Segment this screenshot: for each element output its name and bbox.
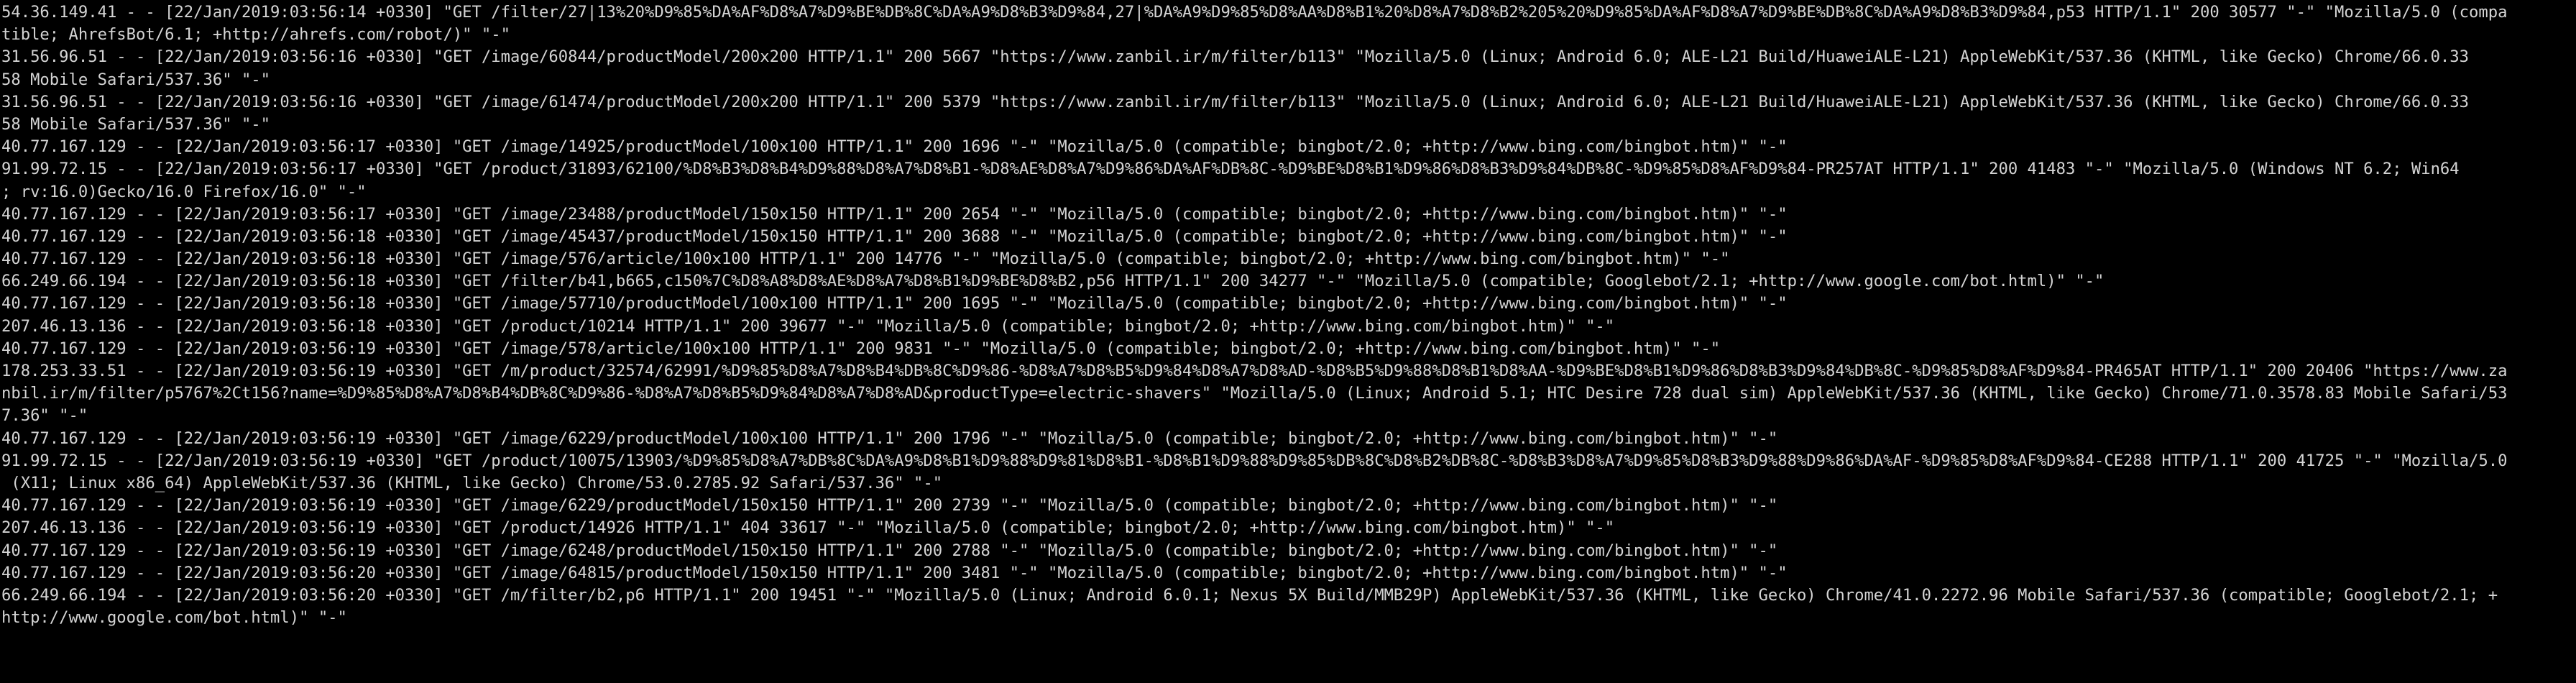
- log-line: 40.77.167.129 - - [22/Jan/2019:03:56:18 …: [1, 226, 1788, 246]
- log-line: 178.253.33.51 - - [22/Jan/2019:03:56:19 …: [1, 362, 2508, 380]
- log-line: 91.99.72.15 - - [22/Jan/2019:03:56:19 +0…: [1, 451, 2508, 470]
- log-line: 91.99.72.15 - - [22/Jan/2019:03:56:17 +0…: [1, 160, 2460, 179]
- log-line: 207.46.13.136 - - [22/Jan/2019:03:56:18 …: [1, 316, 1615, 336]
- log-line: 40.77.167.129 - - [22/Jan/2019:03:56:18 …: [1, 294, 1788, 313]
- log-line: 40.77.167.129 - - [22/Jan/2019:03:56:17 …: [1, 204, 1788, 224]
- log-line: 40.77.167.129 - - [22/Jan/2019:03:56:19 …: [1, 541, 1778, 560]
- log-line: 66.249.66.194 - - [22/Jan/2019:03:56:18 …: [1, 272, 2104, 291]
- log-line: 58 Mobile Safari/537.36" "-": [1, 70, 271, 89]
- log-line: 40.77.167.129 - - [22/Jan/2019:03:56:18 …: [1, 249, 1730, 269]
- log-line: 40.77.167.129 - - [22/Jan/2019:03:56:19 …: [1, 339, 1721, 358]
- log-line: (X11; Linux x86_64) AppleWebKit/537.36 (…: [1, 473, 943, 492]
- log-line: http://www.google.com/bot.html)" "-": [1, 608, 347, 628]
- log-line: nbil.ir/m/filter/p5767%2Ct156?name=%D9%8…: [1, 384, 2508, 403]
- log-line: 31.56.96.51 - - [22/Jan/2019:03:56:16 +0…: [1, 92, 2470, 111]
- log-line: 40.77.167.129 - - [22/Jan/2019:03:56:17 …: [1, 137, 1788, 157]
- terminal-window[interactable]: 54.36.149.41 - - [22/Jan/2019:03:56:14 +…: [0, 0, 2576, 683]
- log-line: 66.249.66.194 - - [22/Jan/2019:03:56:20 …: [1, 585, 2498, 605]
- log-line: 31.56.96.51 - - [22/Jan/2019:03:56:16 +0…: [1, 47, 2470, 67]
- log-line: tible; AhrefsBot/6.1; +http://ahrefs.com…: [1, 25, 510, 45]
- log-line: 54.36.149.41 - - [22/Jan/2019:03:56:14 +…: [1, 3, 2508, 22]
- log-line: ; rv:16.0)Gecko/16.0 Firefox/16.0" "-": [1, 182, 367, 201]
- log-line: 7.36" "-": [1, 406, 88, 426]
- log-line: 58 Mobile Safari/537.36" "-": [1, 114, 271, 134]
- log-line: 40.77.167.129 - - [22/Jan/2019:03:56:19 …: [1, 496, 1778, 515]
- log-line: 207.46.13.136 - - [22/Jan/2019:03:56:19 …: [1, 518, 1615, 538]
- log-line: 40.77.167.129 - - [22/Jan/2019:03:56:19 …: [1, 428, 1778, 448]
- log-line: 40.77.167.129 - - [22/Jan/2019:03:56:20 …: [1, 563, 1788, 582]
